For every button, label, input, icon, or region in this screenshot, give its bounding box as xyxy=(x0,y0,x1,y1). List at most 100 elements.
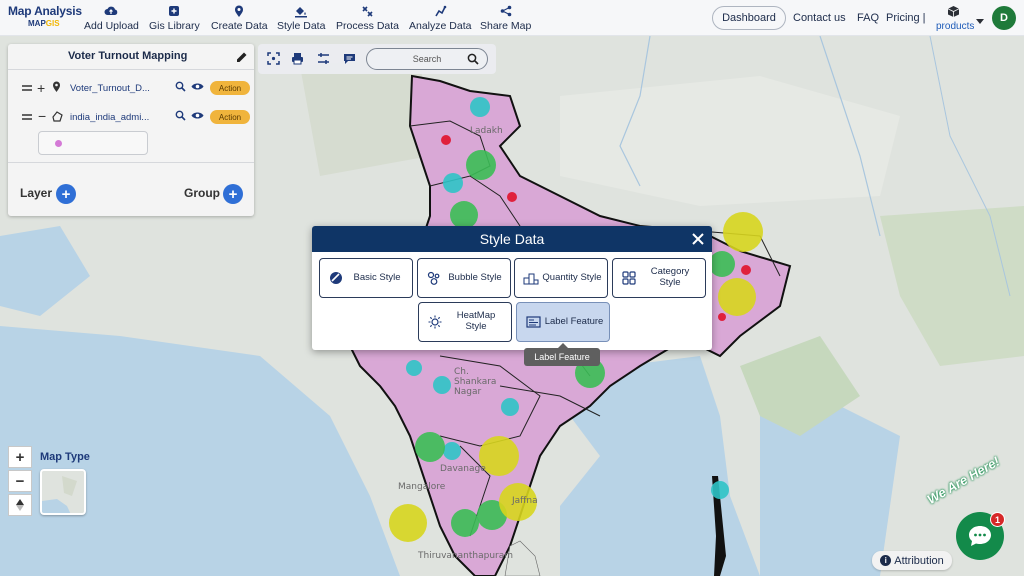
button-label: Quantity Style xyxy=(542,271,602,283)
brand-sub-suffix: GIS xyxy=(45,19,60,28)
map-toolstrip: Search xyxy=(258,44,496,74)
paint-bucket-icon xyxy=(294,4,308,18)
layer-row[interactable]: − india_india_admi... Action xyxy=(8,106,254,128)
products-menu[interactable]: products xyxy=(934,3,984,33)
drag-handle-icon[interactable] xyxy=(22,111,32,123)
add-layer-button[interactable]: + xyxy=(56,184,76,204)
nav-label: Gis Library xyxy=(149,20,200,32)
reset-north-button[interactable] xyxy=(8,494,32,516)
panel-divider xyxy=(8,162,254,163)
search-placeholder: Search xyxy=(412,54,442,64)
visibility-eye-icon[interactable] xyxy=(191,111,204,123)
chat-icon xyxy=(969,526,991,546)
attribution-label: Attribution xyxy=(894,554,944,567)
basic-style-icon xyxy=(326,271,346,285)
visibility-eye-icon[interactable] xyxy=(191,82,204,94)
panel-divider xyxy=(8,69,254,70)
bubble-style-button[interactable]: Bubble Style xyxy=(417,258,511,298)
style-data-modal: Style Data Basic Style Bubble Style Quan… xyxy=(312,226,712,350)
dashboard-button[interactable]: Dashboard xyxy=(712,6,786,30)
faq-link[interactable]: FAQ xyxy=(857,0,879,36)
top-navbar: Map Analysis MAPGIS Add Upload Gis Libra… xyxy=(0,0,1024,36)
nav-label: Analyze Data xyxy=(409,20,472,32)
polygon-layer-icon xyxy=(52,111,63,125)
button-label: Basic Style xyxy=(353,271,401,283)
layer-action-button[interactable]: Action xyxy=(210,110,250,124)
zoom-out-button[interactable]: − xyxy=(8,470,32,492)
group-label: Group xyxy=(184,186,220,200)
layer-name[interactable]: india_india_admi... xyxy=(70,112,149,123)
brand-sub-prefix: MAP xyxy=(28,19,46,28)
layer-name[interactable]: Voter_Turnout_D... xyxy=(70,83,150,94)
modal-title: Style Data xyxy=(479,231,545,247)
edit-pencil-icon[interactable] xyxy=(236,50,248,68)
layer-panel: Voter Turnout Mapping + Voter_Turnout_D.… xyxy=(8,44,254,216)
search-input[interactable]: Search xyxy=(366,48,488,70)
button-label: Bubble Style xyxy=(448,271,502,283)
brand-subtitle: MAPGIS xyxy=(28,19,82,28)
nav-share-map[interactable]: Share Map xyxy=(480,4,531,32)
nav-process-data[interactable]: Process Data xyxy=(336,4,399,32)
search-icon[interactable] xyxy=(467,53,479,67)
map-pin-icon xyxy=(232,4,246,18)
quantity-style-button[interactable]: Quantity Style xyxy=(514,258,608,298)
nav-label: Create Data xyxy=(211,20,268,32)
layer-row[interactable]: + Voter_Turnout_D... Action xyxy=(8,77,254,99)
brand-logo[interactable]: Map Analysis MAPGIS xyxy=(8,4,82,28)
map-label: Mangalore xyxy=(398,482,446,492)
label-feature-button[interactable]: Label Feature xyxy=(516,302,610,342)
nav-label: Add Upload xyxy=(84,20,139,32)
nav-label: Process Data xyxy=(336,20,400,32)
products-label: products xyxy=(936,21,975,32)
panel-title: Voter Turnout Mapping xyxy=(68,50,188,62)
category-style-button[interactable]: Category Style xyxy=(612,258,706,298)
map-label: Ch. Shankara Nagar xyxy=(454,367,497,397)
avatar[interactable]: D xyxy=(992,6,1016,30)
map-type-label: Map Type xyxy=(40,451,90,463)
zoom-in-button[interactable]: + xyxy=(8,446,32,468)
process-icon xyxy=(361,4,375,18)
nav-gis-library[interactable]: Gis Library xyxy=(149,4,200,32)
attribution-button[interactable]: i Attribution xyxy=(872,551,952,570)
layer-action-button[interactable]: Action xyxy=(210,81,250,95)
nav-add-upload[interactable]: Add Upload xyxy=(84,4,139,32)
comment-icon[interactable] xyxy=(343,52,357,66)
close-icon[interactable] xyxy=(690,230,706,248)
heatmap-style-icon xyxy=(425,315,445,329)
expand-plus-icon[interactable]: + xyxy=(37,80,45,96)
bubble-style-icon xyxy=(424,271,444,285)
nav-create-data[interactable]: Create Data xyxy=(211,4,268,32)
button-label: HeatMap Style xyxy=(456,310,496,332)
fullscreen-icon[interactable] xyxy=(267,52,281,66)
nav-style-data[interactable]: Style Data xyxy=(277,4,325,32)
drag-handle-icon[interactable] xyxy=(22,82,32,94)
basemap-preview xyxy=(42,471,84,513)
button-label: Label Feature xyxy=(544,315,604,327)
brand-title: Map Analysis xyxy=(8,4,82,18)
basic-style-button[interactable]: Basic Style xyxy=(319,258,413,298)
nav-analyze-data[interactable]: Analyze Data xyxy=(409,4,471,32)
map-label: Davanage xyxy=(440,464,486,474)
zoom-to-layer-icon[interactable] xyxy=(175,110,186,124)
pricing-link[interactable]: Pricing | xyxy=(886,0,926,36)
share-icon xyxy=(499,4,513,18)
nav-label: Style Data xyxy=(277,20,326,32)
info-icon: i xyxy=(880,555,892,566)
layer-label: Layer xyxy=(20,186,53,200)
contact-link[interactable]: Contact us xyxy=(793,0,846,36)
measure-icon[interactable] xyxy=(317,52,331,66)
heatmap-style-button[interactable]: HeatMap Style xyxy=(418,302,512,342)
map-label: Jaffna xyxy=(512,496,538,506)
point-layer-icon xyxy=(52,81,61,96)
map-type-thumbnail[interactable] xyxy=(40,469,86,515)
modal-header: Style Data xyxy=(312,226,712,252)
add-group-button[interactable]: + xyxy=(223,184,243,204)
cloud-upload-icon xyxy=(104,4,118,18)
nav-label: Share Map xyxy=(480,20,532,32)
map-label: Ladakh xyxy=(470,126,503,136)
chevron-down-icon xyxy=(976,12,984,30)
print-icon[interactable] xyxy=(291,52,305,66)
zoom-to-layer-icon[interactable] xyxy=(175,81,186,95)
collapse-minus-icon[interactable]: − xyxy=(38,108,46,124)
map-label: Thiruvananthapuram xyxy=(418,551,514,561)
